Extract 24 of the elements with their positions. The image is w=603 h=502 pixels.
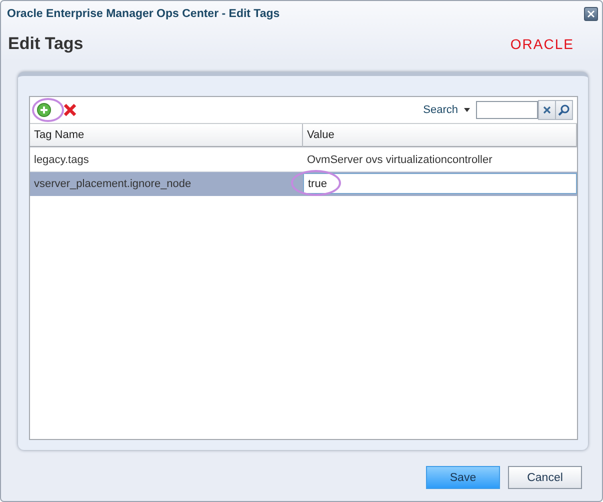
table-row[interactable]: vserver_placement.ignore_node true xyxy=(30,172,577,196)
value-input[interactable]: true xyxy=(303,173,577,194)
close-button[interactable] xyxy=(584,6,598,20)
window-title: Oracle Enterprise Manager Ops Center - Edit Tags xyxy=(7,8,280,20)
search-icon[interactable] xyxy=(558,104,570,116)
close-icon[interactable] xyxy=(587,10,595,18)
table-cell-text: vserver_placement.ignore_node xyxy=(33,176,192,192)
search-button[interactable] xyxy=(555,100,573,120)
caret-icon[interactable] xyxy=(464,108,470,112)
oracle-logo: ORACLE xyxy=(510,36,574,52)
clear-icon[interactable] xyxy=(543,106,551,114)
highlight-ring xyxy=(32,98,64,122)
search-field[interactable] xyxy=(476,101,538,119)
table-cell-text: OvmServer ovs virtualizationcontroller xyxy=(306,152,494,168)
search-dropdown[interactable]: Search xyxy=(423,104,470,116)
page-heading: Edit Tags xyxy=(8,34,84,54)
table-cell-text: legacy.tags xyxy=(33,152,90,168)
column-header[interactable]: Value xyxy=(303,124,577,147)
highlight-ring xyxy=(291,170,341,196)
clear-button[interactable] xyxy=(538,100,556,120)
cancel-button[interactable]: Cancel xyxy=(508,466,582,489)
column-header[interactable]: Tag Name xyxy=(30,124,303,147)
add-icon[interactable] xyxy=(34,100,54,120)
save-button[interactable]: Save xyxy=(426,466,500,489)
